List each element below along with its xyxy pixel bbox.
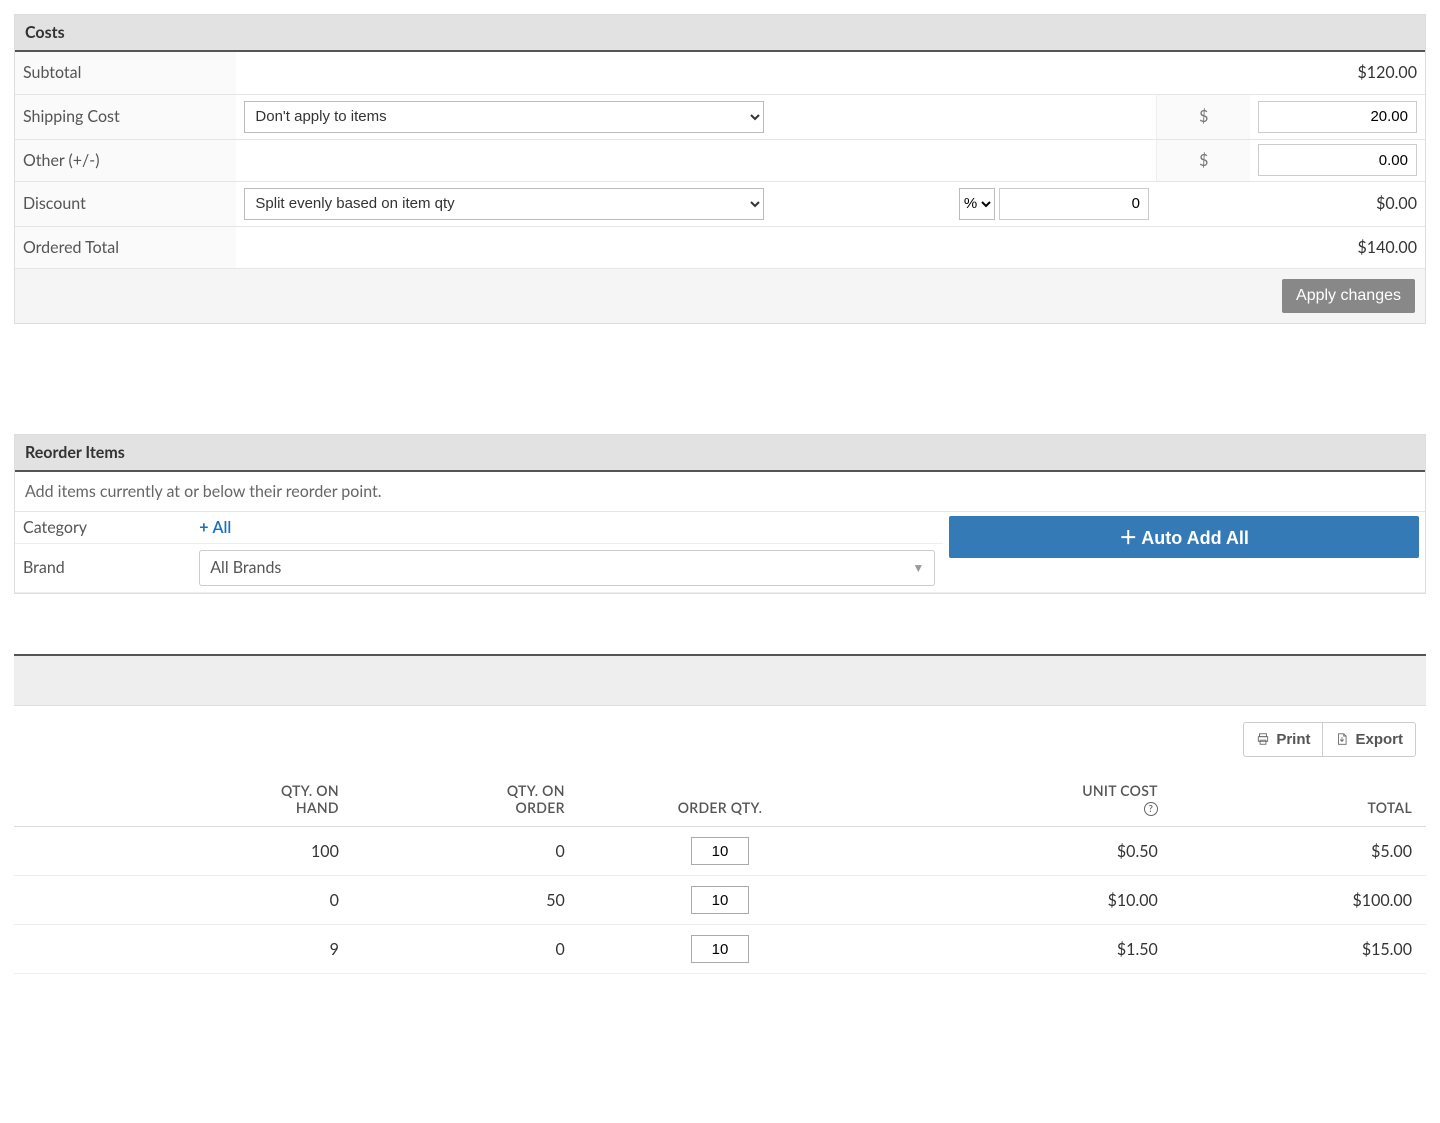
discount-unit-select[interactable]: % (959, 188, 995, 220)
ordered-total-label: Ordered Total (15, 226, 236, 268)
items-area: Print Export QTY. ONHAND QTY. ONORDER OR… (14, 654, 1426, 975)
reorder-filters: Category +All ＋Auto Add All Brand All Br… (15, 512, 1425, 593)
reorder-hint: Add items currently at or below their re… (15, 472, 1425, 512)
items-toolbar: Print Export (14, 706, 1426, 773)
discount-row: Discount Split evenly based on item qty … (15, 181, 1425, 226)
shipping-currency: $ (1157, 94, 1250, 139)
print-button[interactable]: Print (1243, 722, 1323, 757)
col-qty-on-hand: QTY. ONHAND (14, 773, 353, 827)
help-icon[interactable]: ? (1144, 802, 1158, 816)
costs-header: Costs (15, 15, 1425, 52)
apply-row: Apply changes (15, 269, 1425, 323)
shipping-label: Shipping Cost (15, 94, 236, 139)
costs-panel: Costs Subtotal $120.00 Shipping Cost Don… (14, 14, 1426, 324)
plus-icon: ＋ (1119, 528, 1137, 548)
shipping-mode-select[interactable]: Don't apply to items (244, 101, 764, 133)
qty-on-hand: 9 (14, 925, 353, 974)
item-row: 9 0 $1.50 $15.00 (14, 925, 1426, 974)
reorder-header: Reorder Items (15, 435, 1425, 472)
chevron-down-icon: ▼ (912, 560, 924, 575)
items-header-strip (14, 654, 1426, 706)
order-qty-input[interactable] (691, 886, 749, 914)
qty-on-hand: 100 (14, 827, 353, 876)
print-icon (1256, 732, 1270, 746)
category-all-link[interactable]: +All (199, 518, 231, 537)
export-button[interactable]: Export (1323, 722, 1416, 757)
discount-label: Discount (15, 181, 236, 226)
brand-select[interactable]: All Brands ▼ (199, 550, 935, 586)
export-icon (1335, 732, 1349, 746)
unit-cost: $10.00 (861, 876, 1172, 925)
other-row: Other (+/-) $ (15, 139, 1425, 181)
col-unit-cost: UNIT COST? (861, 773, 1172, 827)
row-total: $100.00 (1172, 876, 1426, 925)
subtotal-value: $120.00 (1157, 52, 1425, 94)
auto-add-all-button[interactable]: ＋Auto Add All (949, 516, 1419, 558)
other-currency: $ (1157, 139, 1250, 181)
col-total: TOTAL (1172, 773, 1426, 827)
item-row: 0 50 $10.00 $100.00 (14, 876, 1426, 925)
row-total: $5.00 (1172, 827, 1426, 876)
item-row: 100 0 $0.50 $5.00 (14, 827, 1426, 876)
order-qty-input[interactable] (691, 837, 749, 865)
discount-value: $0.00 (1157, 181, 1425, 226)
reorder-panel: Reorder Items Add items currently at or … (14, 434, 1426, 594)
discount-mode-select[interactable]: Split evenly based on item qty (244, 188, 764, 220)
qty-on-order: 50 (353, 876, 579, 925)
shipping-amount-input[interactable] (1258, 101, 1417, 133)
items-table: QTY. ONHAND QTY. ONORDER ORDER QTY. UNIT… (14, 773, 1426, 975)
qty-on-order: 0 (353, 925, 579, 974)
row-total: $15.00 (1172, 925, 1426, 974)
brand-select-value: All Brands (210, 558, 281, 577)
plus-icon: + (199, 518, 208, 537)
order-qty-input[interactable] (691, 935, 749, 963)
unit-cost: $0.50 (861, 827, 1172, 876)
qty-on-order: 0 (353, 827, 579, 876)
ordered-total-row: Ordered Total $140.00 (15, 226, 1425, 268)
qty-on-hand: 0 (14, 876, 353, 925)
col-qty-on-order: QTY. ONORDER (353, 773, 579, 827)
apply-changes-button[interactable]: Apply changes (1282, 279, 1415, 313)
costs-table: Subtotal $120.00 Shipping Cost Don't app… (15, 52, 1425, 269)
brand-label: Brand (15, 543, 191, 592)
subtotal-row: Subtotal $120.00 (15, 52, 1425, 94)
shipping-row: Shipping Cost Don't apply to items $ (15, 94, 1425, 139)
col-order-qty: ORDER QTY. (579, 773, 861, 827)
subtotal-label: Subtotal (15, 52, 236, 94)
other-amount-input[interactable] (1258, 144, 1417, 176)
category-label: Category (15, 512, 191, 544)
discount-amount-input[interactable] (999, 188, 1149, 220)
other-label: Other (+/-) (15, 139, 236, 181)
ordered-total-value: $140.00 (1157, 226, 1425, 268)
unit-cost: $1.50 (861, 925, 1172, 974)
